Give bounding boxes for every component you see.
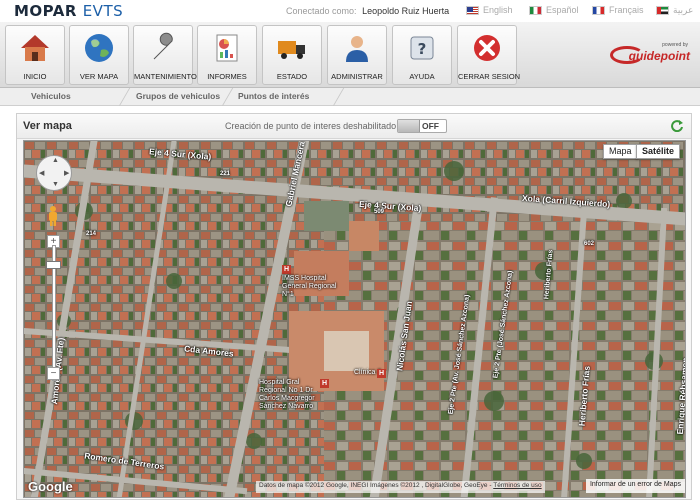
close-icon [474, 35, 500, 61]
ae-flag-icon [656, 6, 669, 15]
ver-mapa-button[interactable]: VER MAPA [69, 25, 129, 85]
road-number-label: 602 [584, 241, 595, 247]
ayuda-button[interactable]: ? AYUDA [392, 25, 452, 85]
report-icon [216, 34, 238, 62]
globe-icon [85, 34, 113, 62]
map-type-mapa-button[interactable]: Mapa [603, 144, 638, 159]
estado-button[interactable]: ESTADO [262, 25, 322, 85]
satellite-imagery [24, 141, 685, 497]
google-logo: Google [28, 479, 73, 494]
help-icon: ? [410, 36, 434, 60]
lang-spanish[interactable]: Español [529, 5, 579, 15]
informes-button[interactable]: INFORMES [197, 25, 257, 85]
road-number-label: 221 [220, 171, 231, 177]
terms-link[interactable]: Términos de uso [493, 482, 541, 489]
road-number-label: 509 [374, 209, 385, 215]
map-panel-header: Ver mapa Creación de punto de interes de… [17, 114, 691, 139]
pan-control[interactable]: ▲ ▼ ◀ ▶ [36, 155, 72, 191]
app-logo: MOPAR EVTS [14, 2, 124, 20]
fr-flag-icon [592, 5, 605, 15]
wrench-icon [153, 32, 173, 60]
hospital-icon[interactable]: H [320, 379, 329, 388]
poi-label: Hospital Gral Regional No 1 Dr Carlos Ma… [259, 379, 315, 410]
mantenimiento-button[interactable]: MANTENIMIENTO [133, 25, 197, 85]
clinic-icon[interactable]: H [377, 369, 386, 378]
map-type-satelite-button[interactable]: Satélite [636, 144, 681, 159]
zoom-out-button[interactable]: − [47, 367, 60, 380]
guidepoint-logo: powered by guidepoint [610, 42, 692, 66]
svg-text:?: ? [418, 40, 427, 58]
administrar-button[interactable]: ADMINISTRAR [327, 25, 387, 85]
main-toolbar: INICIO VER MAPA MANTENIMIENTO INFORMES E… [0, 22, 700, 88]
connected-as: Conectado como: Leopoldo Ruiz Huerta [286, 6, 450, 16]
subtab-bar: Vehiculos Grupos de vehiculos Puntos de … [0, 88, 700, 106]
zoom-slider-handle[interactable] [46, 261, 61, 269]
inicio-button[interactable]: INICIO [5, 25, 65, 85]
lang-french[interactable]: Français [592, 5, 644, 15]
refresh-icon[interactable] [670, 118, 684, 132]
pan-down-icon[interactable]: ▼ [52, 181, 59, 188]
us-flag-icon [466, 5, 479, 15]
cerrar-sesion-button[interactable]: CERRAR SESION [457, 25, 520, 85]
hospital-icon[interactable]: H [282, 265, 291, 274]
lang-english[interactable]: English [466, 5, 513, 15]
tab-puntos-de-interes[interactable]: Puntos de interés [238, 91, 309, 101]
pegman-icon[interactable] [46, 205, 60, 227]
map-canvas[interactable]: Eje 4 Sur (Xola) Xola (Carril Izquierdo)… [23, 140, 686, 498]
top-bar: MOPAR EVTS Conectado como: Leopoldo Ruiz… [0, 0, 700, 22]
pan-up-icon[interactable]: ▲ [52, 157, 59, 164]
map-attribution: Datos de mapa ©2012 Google, INEGI Imágen… [256, 481, 545, 493]
road-number-label: 214 [86, 231, 97, 237]
poi-creation-toggle[interactable]: OFF [397, 119, 447, 133]
pan-right-icon[interactable]: ▶ [64, 169, 69, 177]
mx-flag-icon [529, 5, 542, 15]
map-panel: Ver mapa Creación de punto de interes de… [16, 113, 692, 500]
tab-grupos-de-vehiculos[interactable]: Grupos de vehiculos [136, 91, 220, 101]
home-icon [21, 35, 49, 61]
user-icon [346, 36, 368, 62]
user-name: Leopoldo Ruiz Huerta [362, 6, 450, 16]
poi-creation-label: Creación de punto de interes deshabilita… [225, 121, 397, 131]
pan-left-icon[interactable]: ◀ [39, 169, 44, 177]
truck-icon [278, 41, 305, 59]
page-title: Ver mapa [23, 120, 72, 132]
tab-vehiculos[interactable]: Vehiculos [31, 91, 71, 101]
poi-label: IMSS Hospital General Regional N°1 [282, 275, 337, 298]
report-map-error-link[interactable]: Informar de un error de Maps [585, 479, 685, 493]
lang-arabic[interactable]: عربية [656, 5, 693, 16]
